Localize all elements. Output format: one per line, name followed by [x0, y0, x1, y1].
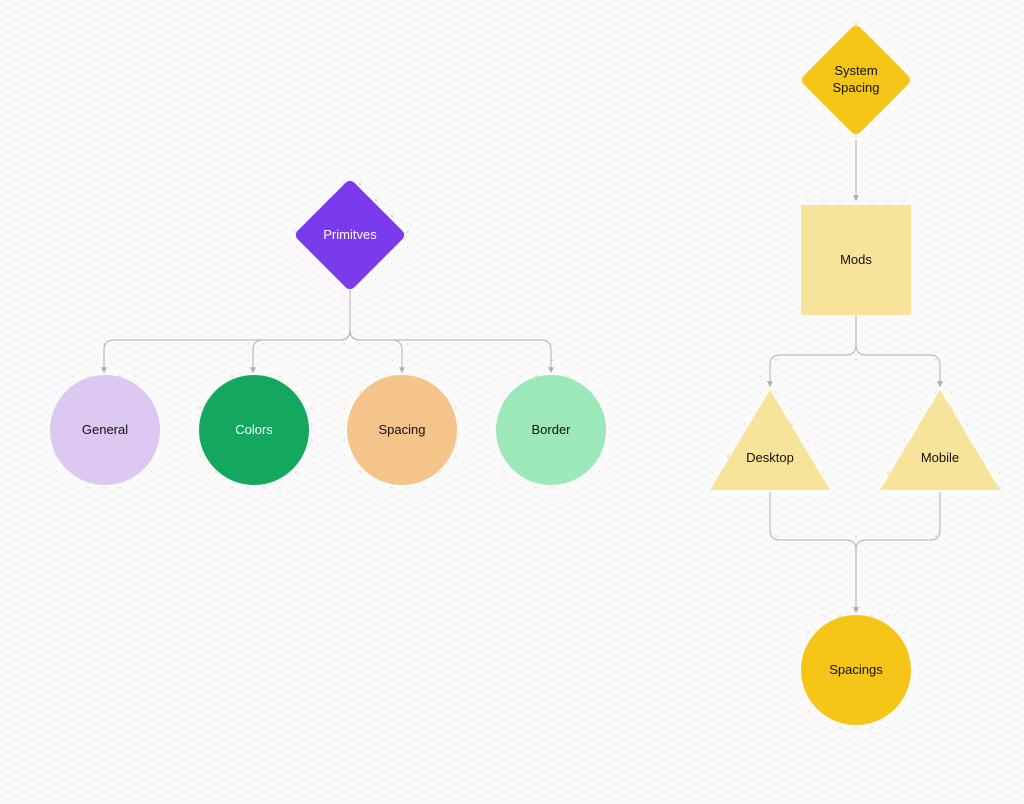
- node-colors[interactable]: Colors: [199, 375, 309, 485]
- node-spacings[interactable]: Spacings: [801, 615, 911, 725]
- node-primitives[interactable]: Primitves: [310, 195, 390, 275]
- node-mods-label: Mods: [840, 252, 872, 269]
- node-primitives-label: Primitves: [317, 221, 382, 250]
- node-mobile[interactable]: Mobile: [880, 390, 1000, 490]
- node-border-label: Border: [531, 422, 570, 439]
- node-border[interactable]: Border: [496, 375, 606, 485]
- triangle-icon: [710, 390, 830, 490]
- node-general-label: General: [82, 422, 128, 439]
- node-colors-label: Colors: [235, 422, 273, 439]
- node-spacing[interactable]: Spacing: [347, 375, 457, 485]
- node-spacings-label: Spacings: [829, 662, 882, 679]
- node-spacing-label: Spacing: [379, 422, 426, 439]
- node-desktop[interactable]: Desktop: [710, 390, 830, 490]
- node-general[interactable]: General: [50, 375, 160, 485]
- node-system-spacing[interactable]: System Spacing: [816, 40, 896, 120]
- triangle-icon: [880, 390, 1000, 490]
- node-mobile-label: Mobile: [921, 450, 959, 467]
- node-system-spacing-label: System Spacing: [827, 57, 886, 103]
- node-desktop-label: Desktop: [746, 450, 794, 467]
- node-mods[interactable]: Mods: [801, 205, 911, 315]
